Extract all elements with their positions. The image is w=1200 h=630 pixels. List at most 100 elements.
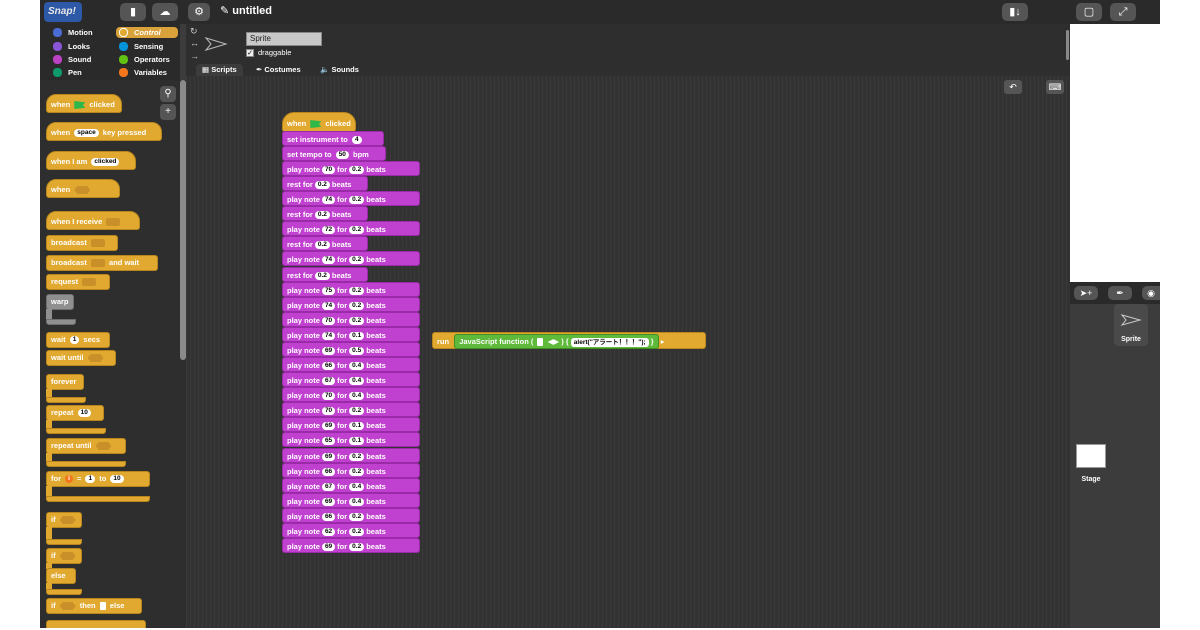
note-dropdown[interactable]: 74: [321, 256, 336, 265]
block-play-note[interactable]: play note 67 for 0.4 beats: [282, 477, 420, 493]
block-play-note[interactable]: play note 66 for 0.2 beats: [282, 462, 420, 478]
beats-input[interactable]: 0.2: [349, 256, 365, 265]
note-dropdown[interactable]: 67: [321, 377, 336, 386]
beats-input[interactable]: 0.2: [314, 241, 330, 250]
stage-size-button[interactable]: ▮↓: [1002, 3, 1028, 21]
key-dropdown[interactable]: space: [74, 129, 99, 138]
boolean-slot[interactable]: [59, 552, 76, 561]
category-sound[interactable]: Sound: [50, 54, 112, 65]
beats-input[interactable]: 0.2: [349, 512, 365, 521]
block-repeat[interactable]: repeat 10: [46, 405, 104, 421]
category-control[interactable]: Control: [116, 27, 178, 38]
note-dropdown[interactable]: 69: [321, 497, 336, 506]
block-request[interactable]: request: [46, 274, 110, 290]
note-dropdown[interactable]: 69: [321, 543, 336, 552]
sprite-name-field[interactable]: Sprite: [246, 32, 322, 46]
block-play-note[interactable]: play note 75 for 0.2 beats: [282, 281, 420, 297]
block-play-note[interactable]: play note 69 for 0.1 beats: [282, 417, 420, 433]
seconds-input[interactable]: 1: [69, 336, 80, 345]
beats-input[interactable]: 0.4: [349, 482, 365, 491]
message-dropdown[interactable]: [90, 239, 105, 248]
block-play-note[interactable]: play note 69 for 0.2 beats: [282, 447, 420, 463]
note-dropdown[interactable]: 70: [321, 316, 336, 325]
note-dropdown[interactable]: 62: [321, 527, 336, 536]
block-repeat-until[interactable]: repeat until: [46, 438, 126, 454]
settings-button[interactable]: ⚙: [188, 3, 210, 21]
cloud-button[interactable]: ☁: [152, 3, 178, 21]
rotation-flip-icon[interactable]: ↔: [190, 38, 199, 48]
arrows-icon[interactable]: ◀▶: [548, 337, 560, 346]
category-motion[interactable]: Motion: [50, 27, 112, 38]
for-start-input[interactable]: 1: [85, 475, 96, 484]
block-when-i-receive[interactable]: when I receive: [46, 211, 140, 230]
beats-input[interactable]: 0.2: [349, 407, 365, 416]
sprite-bar-resize-handle[interactable]: [1066, 30, 1069, 60]
block-play-note[interactable]: play note 69 for 0.2 beats: [282, 538, 420, 553]
note-dropdown[interactable]: 75: [321, 286, 336, 295]
rotation-any-icon[interactable]: ↻: [190, 26, 198, 37]
note-dropdown[interactable]: 65: [321, 437, 336, 446]
block-play-note[interactable]: play note 70 for 0.2 beats: [282, 161, 420, 176]
beats-input[interactable]: 0.5: [349, 346, 365, 355]
note-dropdown[interactable]: 72: [321, 226, 336, 235]
instrument-dropdown[interactable]: 4: [351, 136, 362, 145]
parameter-slot[interactable]: [537, 338, 544, 347]
scripts-area[interactable]: ↶ ⌨ when clicked set instrument to 4 set…: [186, 76, 1070, 628]
arrow-right-icon[interactable]: ▸: [661, 337, 665, 346]
draggable-checkbox[interactable]: ✓: [246, 49, 254, 57]
message-dropdown[interactable]: [90, 259, 105, 268]
camera-sprite-button[interactable]: ◉: [1142, 286, 1160, 300]
block-when-condition[interactable]: when: [46, 179, 120, 198]
boolean-slot[interactable]: [95, 442, 112, 451]
category-sensing[interactable]: Sensing: [116, 41, 178, 52]
block-play-note[interactable]: play note 66 for 0.2 beats: [282, 507, 420, 523]
note-dropdown[interactable]: 67: [321, 482, 336, 491]
file-button[interactable]: ▮: [120, 3, 146, 21]
block-if-else[interactable]: if: [46, 548, 82, 564]
beats-input[interactable]: 0.2: [314, 271, 330, 280]
beats-input[interactable]: 0.2: [314, 211, 330, 220]
block-when-flag-clicked[interactable]: when clicked: [46, 94, 122, 113]
beats-input[interactable]: 0.4: [349, 377, 365, 386]
block-broadcast-and-wait[interactable]: broadcast and wait: [46, 255, 158, 271]
beats-input[interactable]: 0.2: [349, 226, 365, 235]
tab-sounds[interactable]: 🔈 Sounds: [314, 64, 365, 76]
tab-costumes[interactable]: ✒ Costumes: [250, 64, 307, 76]
interaction-dropdown[interactable]: clicked: [91, 158, 120, 167]
block-play-note[interactable]: play note 70 for 0.4 beats: [282, 387, 420, 403]
for-end-input[interactable]: 10: [110, 475, 124, 484]
block-play-note[interactable]: play note 70 for 0.2 beats: [282, 311, 420, 327]
block-rest-for[interactable]: rest for 0.2 beats: [282, 206, 368, 222]
stage[interactable]: [1070, 24, 1160, 282]
block-wait-until[interactable]: wait until: [46, 350, 116, 366]
beats-input[interactable]: 0.1: [349, 437, 365, 446]
block-play-note[interactable]: play note 69 for 0.4 beats: [282, 492, 420, 508]
block-set-tempo[interactable]: set tempo to 50 bpm: [282, 146, 386, 161]
block-play-note[interactable]: play note 67 for 0.4 beats: [282, 372, 420, 388]
repeat-count-input[interactable]: 10: [77, 409, 91, 418]
beats-input[interactable]: 0.4: [349, 497, 365, 506]
undo-button[interactable]: ↶: [1004, 80, 1022, 94]
beats-input[interactable]: 0.2: [349, 316, 365, 325]
block-play-note[interactable]: play note 74 for 0.1 beats: [282, 326, 420, 342]
value-slot[interactable]: [99, 602, 106, 611]
loop-variable[interactable]: i: [65, 475, 73, 484]
boolean-slot[interactable]: [87, 354, 104, 363]
boolean-slot[interactable]: [74, 186, 91, 195]
block-run-javascript[interactable]: run JavaScript function ( ◀▶ ) { alert("…: [432, 332, 706, 349]
category-variables[interactable]: Variables: [116, 67, 178, 78]
note-dropdown[interactable]: 69: [321, 452, 336, 461]
block-forever[interactable]: forever: [46, 374, 84, 390]
block-play-note[interactable]: play note 69 for 0.5 beats: [282, 341, 420, 357]
make-block-button[interactable]: +: [160, 104, 176, 120]
beats-input[interactable]: 0.2: [349, 452, 365, 461]
note-dropdown[interactable]: 69: [321, 422, 336, 431]
block-play-note[interactable]: play note 70 for 0.2 beats: [282, 402, 420, 418]
beats-input[interactable]: 0.2: [349, 196, 365, 205]
block-rest-for[interactable]: rest for 0.2 beats: [282, 266, 368, 282]
snap-logo[interactable]: Snap!: [44, 2, 82, 22]
rotation-none-icon[interactable]: →: [190, 51, 199, 61]
category-looks[interactable]: Looks: [50, 41, 112, 52]
note-dropdown[interactable]: 74: [321, 331, 336, 340]
block-if-then-else[interactable]: if then else: [46, 598, 142, 614]
